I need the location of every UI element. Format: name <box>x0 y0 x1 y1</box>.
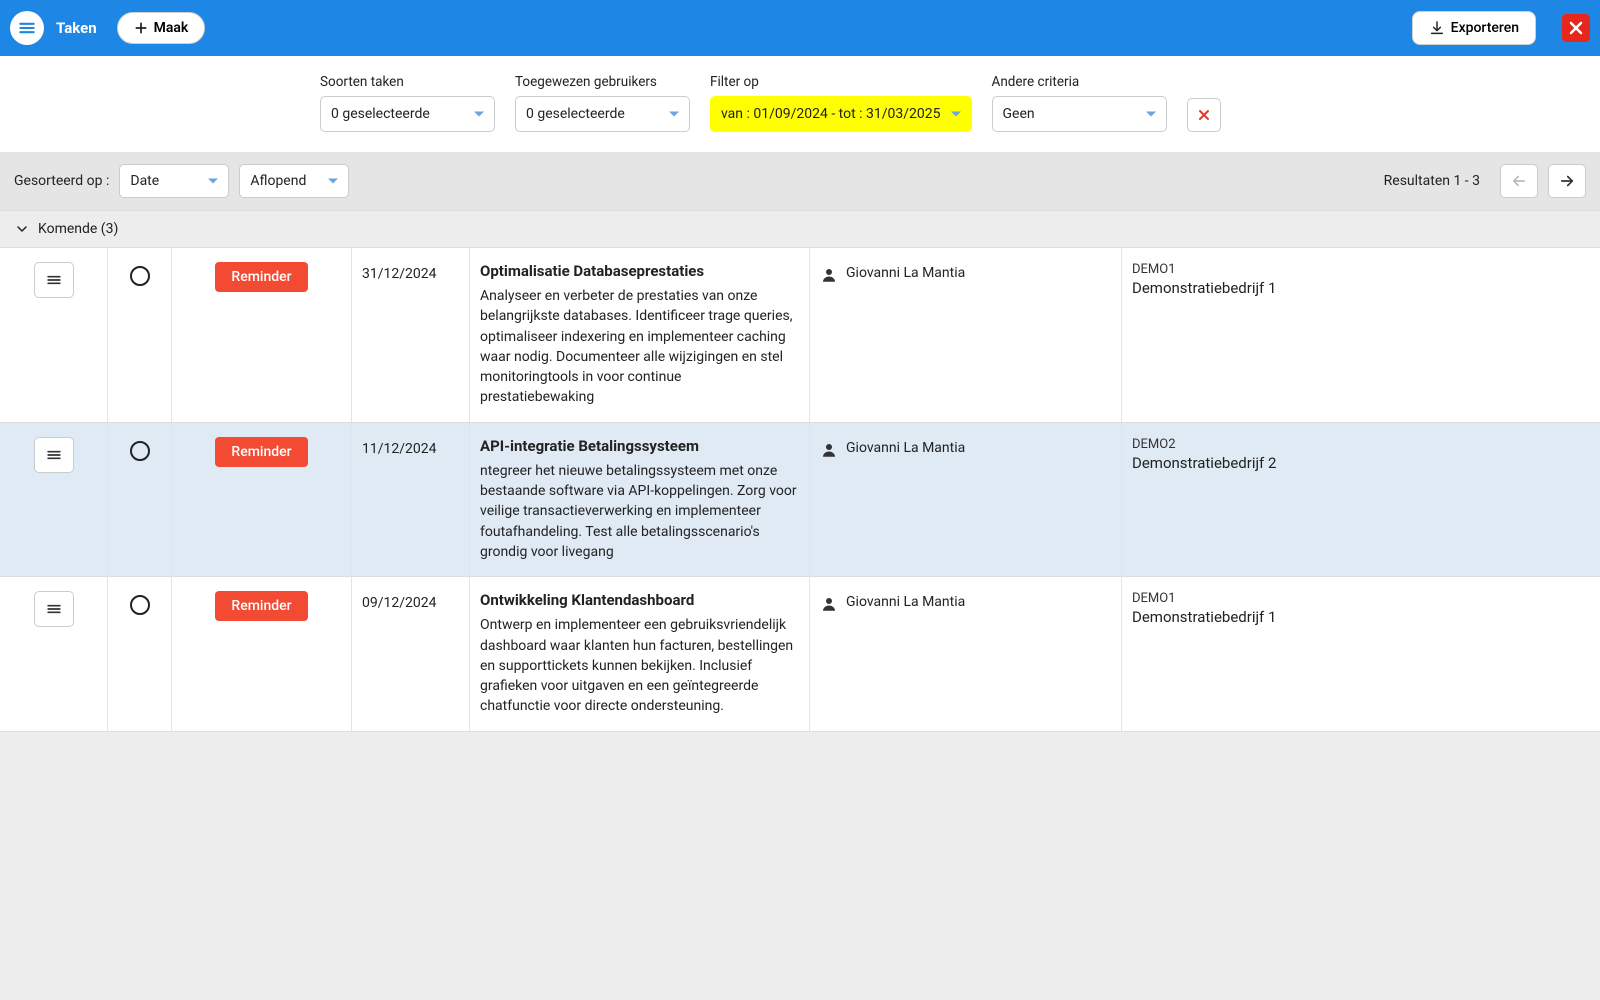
sort-field-select[interactable]: Date <box>119 164 229 198</box>
date-range-select[interactable]: van : 01/09/2024 - tot : 31/03/2025 <box>710 96 972 132</box>
task-types-select[interactable]: 0 geselecteerde <box>320 96 495 132</box>
close-button[interactable] <box>1562 14 1590 42</box>
task-date: 31/12/2024 <box>352 248 470 422</box>
section-title: Komende (3) <box>38 221 118 237</box>
hamburger-icon <box>44 599 64 619</box>
hamburger-icon <box>44 270 64 290</box>
task-date: 11/12/2024 <box>352 423 470 576</box>
task-title: API-integratie Betalingssysteem <box>480 437 799 455</box>
page-title: Taken <box>56 19 97 37</box>
task-title: Optimalisatie Databaseprestaties <box>480 262 799 280</box>
hamburger-icon <box>44 445 64 465</box>
user-icon <box>820 595 838 613</box>
export-button-label: Exporteren <box>1451 20 1519 36</box>
sort-bar: Gesorteerd op : Date Aflopend Resultaten… <box>0 152 1600 210</box>
download-icon <box>1429 20 1445 36</box>
section-header-upcoming[interactable]: Komende (3) <box>0 210 1600 248</box>
company-name: Demonstratiebedrijf 1 <box>1132 608 1590 626</box>
x-icon <box>1196 107 1212 123</box>
task-list: Reminder 31/12/2024 Optimalisatie Databa… <box>0 248 1600 732</box>
task-row: Reminder 09/12/2024 Ontwikkeling Klanten… <box>0 577 1600 731</box>
filter-label: Soorten taken <box>320 74 495 90</box>
sort-label: Gesorteerd op : <box>14 173 109 189</box>
task-description: ntegreer het nieuwe betalingssysteem met… <box>480 461 799 562</box>
task-user: Giovanni La Mantia <box>846 594 965 610</box>
user-icon <box>820 266 838 284</box>
task-date: 09/12/2024 <box>352 577 470 730</box>
chevron-down-icon <box>14 221 30 237</box>
task-title: Ontwikkeling Klantendashboard <box>480 591 799 609</box>
app-header: Taken Maak Exporteren <box>0 0 1600 56</box>
company-code: DEMO1 <box>1132 262 1590 277</box>
filter-label: Toegewezen gebruikers <box>515 74 690 90</box>
task-type-tag: Reminder <box>215 437 307 467</box>
clear-filters-button[interactable] <box>1187 98 1221 132</box>
filter-bar: Soorten taken 0 geselecteerde Toegewezen… <box>0 56 1600 152</box>
close-icon <box>1566 18 1586 38</box>
task-description: Analyseer en verbeter de prestaties van … <box>480 286 799 408</box>
filter-date-range: Filter op van : 01/09/2024 - tot : 31/03… <box>710 74 972 132</box>
company-code: DEMO2 <box>1132 437 1590 452</box>
arrow-right-icon <box>1558 172 1576 190</box>
hamburger-icon <box>17 18 37 38</box>
row-menu-button[interactable] <box>34 437 74 473</box>
task-type-tag: Reminder <box>215 591 307 621</box>
task-complete-toggle[interactable] <box>130 441 150 461</box>
prev-page-button[interactable] <box>1500 164 1538 198</box>
arrow-left-icon <box>1510 172 1528 190</box>
task-user: Giovanni La Mantia <box>846 440 965 456</box>
company-name: Demonstratiebedrijf 1 <box>1132 279 1590 297</box>
task-type-tag: Reminder <box>215 262 307 292</box>
create-button-label: Maak <box>154 20 189 36</box>
plus-icon <box>134 21 148 35</box>
filter-task-types: Soorten taken 0 geselecteerde <box>320 74 495 132</box>
filter-other-criteria: Andere criteria Geen <box>992 74 1167 132</box>
next-page-button[interactable] <box>1548 164 1586 198</box>
company-code: DEMO1 <box>1132 591 1590 606</box>
row-menu-button[interactable] <box>34 591 74 627</box>
row-menu-button[interactable] <box>34 262 74 298</box>
assigned-users-select[interactable]: 0 geselecteerde <box>515 96 690 132</box>
task-row: Reminder 11/12/2024 API-integratie Betal… <box>0 423 1600 577</box>
filter-label: Andere criteria <box>992 74 1167 90</box>
user-icon <box>820 441 838 459</box>
task-row: Reminder 31/12/2024 Optimalisatie Databa… <box>0 248 1600 423</box>
sort-direction-select[interactable]: Aflopend <box>239 164 349 198</box>
company-name: Demonstratiebedrijf 2 <box>1132 454 1590 472</box>
task-complete-toggle[interactable] <box>130 595 150 615</box>
task-user: Giovanni La Mantia <box>846 265 965 281</box>
create-button[interactable]: Maak <box>117 12 206 44</box>
filter-label: Filter op <box>710 74 972 90</box>
results-text: Resultaten 1 - 3 <box>1384 173 1480 189</box>
other-criteria-select[interactable]: Geen <box>992 96 1167 132</box>
filter-assigned-users: Toegewezen gebruikers 0 geselecteerde <box>515 74 690 132</box>
task-description: Ontwerp en implementeer een gebruiksvrie… <box>480 615 799 716</box>
task-complete-toggle[interactable] <box>130 266 150 286</box>
export-button[interactable]: Exporteren <box>1412 11 1536 45</box>
menu-button[interactable] <box>10 11 44 45</box>
